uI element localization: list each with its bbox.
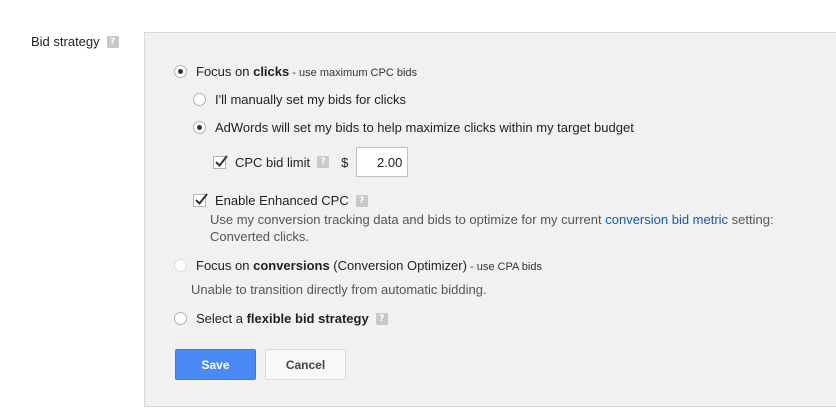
help-icon[interactable]: ? — [355, 194, 368, 207]
enhanced-cpc-row: Enable Enhanced CPC ? — [193, 193, 368, 208]
focus-conversions-option[interactable]: Focus on conversions (Conversion Optimiz… — [174, 258, 542, 273]
focus-clicks-option[interactable]: Focus on clicks - use maximum CPC bids — [174, 64, 417, 79]
bid-strategy-panel: Focus on clicks - use maximum CPC bids I… — [144, 32, 836, 407]
help-icon[interactable]: ? — [106, 35, 119, 48]
flexible-bid-radio[interactable] — [174, 312, 187, 325]
manual-bids-label: I'll manually set my bids for clicks — [215, 92, 407, 107]
cpc-bid-limit-row: CPC bid limit ? $ — [213, 147, 409, 177]
manual-bids-radio[interactable] — [193, 93, 206, 106]
auto-bids-radio[interactable] — [193, 121, 206, 134]
manual-bids-option[interactable]: I'll manually set my bids for clicks — [193, 92, 406, 107]
cpc-bid-limit-checkbox[interactable] — [213, 154, 228, 169]
bid-strategy-title: Bid strategy — [31, 34, 100, 49]
save-button[interactable]: Save — [175, 349, 256, 380]
conversion-bid-metric-link[interactable]: conversion bid metric — [605, 212, 728, 227]
cpc-bid-limit-label: CPC bid limit — [235, 154, 311, 170]
focus-conversions-radio[interactable] — [174, 259, 187, 272]
bid-strategy-label: Bid strategy ? — [31, 34, 119, 49]
flexible-bid-label: Select a flexible bid strategy — [196, 311, 369, 326]
auto-bids-label: AdWords will set my bids to help maximiz… — [215, 120, 634, 135]
conversions-unavailable-note: Unable to transition directly from autom… — [191, 282, 487, 297]
cpc-bid-limit-input[interactable] — [356, 147, 409, 177]
focus-clicks-radio[interactable] — [174, 65, 187, 78]
enhanced-cpc-description: Use my conversion tracking data and bids… — [210, 212, 774, 244]
help-icon[interactable]: ? — [375, 312, 388, 325]
cancel-button[interactable]: Cancel — [265, 349, 346, 380]
currency-symbol: $ — [341, 154, 349, 170]
focus-clicks-label: Focus on clicks - use maximum CPC bids — [196, 64, 418, 79]
focus-conversions-label: Focus on conversions (Conversion Optimiz… — [196, 258, 542, 273]
flexible-bid-option[interactable]: Select a flexible bid strategy ? — [174, 311, 388, 326]
enhanced-cpc-checkbox[interactable] — [193, 193, 208, 207]
help-icon[interactable]: ? — [317, 156, 330, 168]
enhanced-cpc-label: Enable Enhanced CPC — [215, 193, 349, 208]
auto-bids-option[interactable]: AdWords will set my bids to help maximiz… — [193, 120, 634, 135]
